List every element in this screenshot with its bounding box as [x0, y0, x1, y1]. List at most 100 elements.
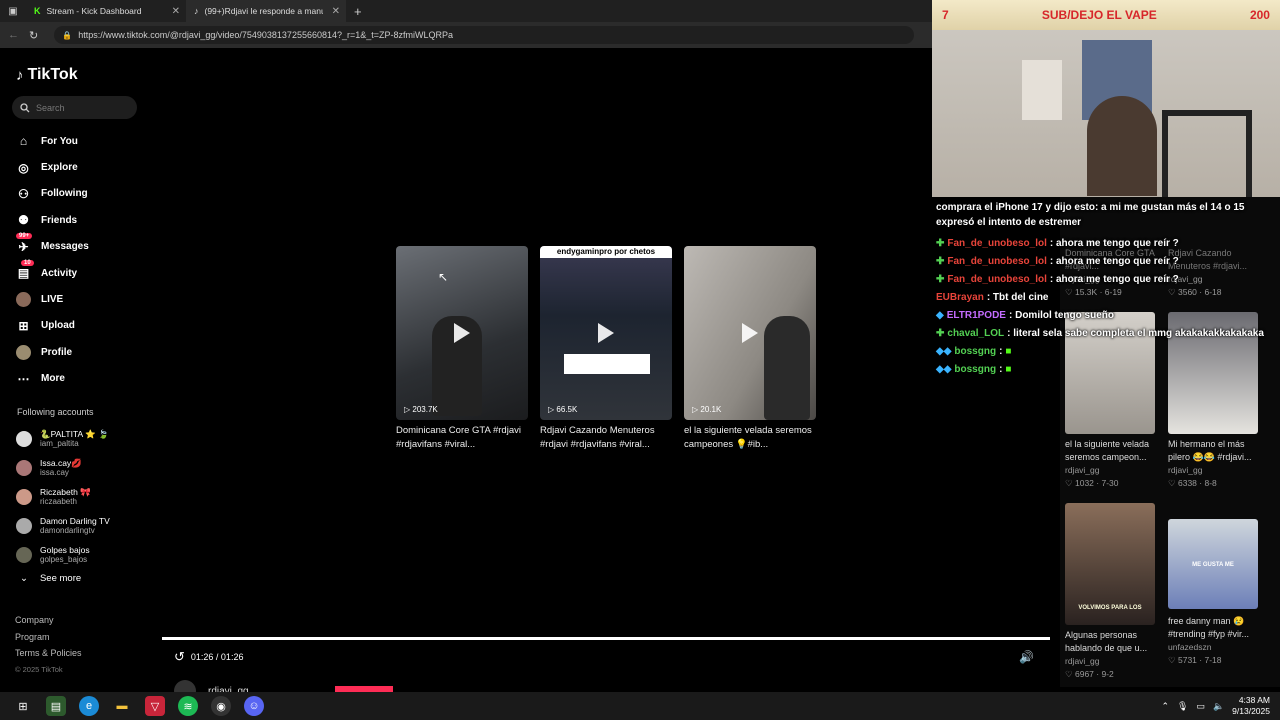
following-accounts-heading: Following accounts: [17, 407, 94, 417]
search-icon: [20, 102, 30, 112]
related-videos-grid: ▷ 203.7K Dominicana Core GTA #rdjavi #rd…: [396, 246, 816, 452]
goal-target: 200: [1249, 8, 1270, 22]
following-account[interactable]: Riczabeth 🎀 riczaabeth: [16, 482, 110, 511]
activity-badge: 10: [21, 259, 34, 266]
profile-icon: [16, 344, 31, 360]
clock[interactable]: 4:38 AM 9/13/2025: [1232, 695, 1270, 717]
view-count: ▷ 20.1K: [692, 405, 722, 414]
chat-username: ELTR1PODE: [946, 309, 1006, 321]
video-title[interactable]: Dominicana Core GTA #rdjavi #rdjavifans …: [396, 424, 528, 452]
streamer-webcam: [1087, 96, 1157, 196]
nav-upload[interactable]: ⊞ Upload: [16, 313, 89, 339]
treadmill: [1162, 110, 1252, 197]
app-red-icon[interactable]: ▽: [145, 696, 165, 716]
chat-message: EUBrayan: Tbt del cine: [936, 291, 1049, 303]
new-tab-icon[interactable]: +: [354, 4, 362, 19]
chevron-up-icon[interactable]: ⌃: [1161, 701, 1169, 712]
chat-message: ◆◆ bossgng: ■: [936, 345, 1012, 357]
tab-tiktok[interactable]: ♪ (99+)Rdjavi le responde a manuel ✕: [186, 0, 346, 22]
footer-company-link[interactable]: Company: [15, 612, 82, 629]
terminal-icon[interactable]: ▤: [46, 696, 66, 716]
time-readout: 01:26 / 01:26: [190, 652, 244, 662]
reload-icon[interactable]: ↻: [29, 29, 38, 42]
stream-chat-overlay: comprara el iPhone 17 y dijo esto: a mi …: [936, 200, 1280, 378]
avatar: [16, 430, 32, 447]
search-input[interactable]: Search: [12, 96, 137, 119]
more-icon: ⋯: [17, 371, 30, 386]
home-icon: ⌂: [19, 134, 28, 149]
badge-icon: ◆◆: [936, 345, 952, 357]
edge-icon[interactable]: e: [79, 696, 99, 716]
avatar: [16, 488, 32, 505]
video-card[interactable]: ▷ 203.7K Dominicana Core GTA #rdjavi #rd…: [396, 246, 528, 452]
chat-message: ◆ ELTR1PODE: Domilol tengo sueño: [936, 309, 1114, 321]
recommended-video[interactable]: VOLVIMOS PARA LOS Algunas personas habla…: [1065, 503, 1159, 681]
friends-icon: ⚉: [18, 213, 29, 228]
tiktok-logo[interactable]: ♪ TikTok: [16, 66, 78, 84]
footer-terms-link[interactable]: Terms & Policies: [15, 645, 82, 662]
discord-icon[interactable]: ☺: [244, 696, 264, 716]
close-tab-icon[interactable]: ✕: [172, 6, 180, 17]
following-icon: ⚇: [18, 186, 29, 201]
video-title[interactable]: el la siguiente velada seremos campeones…: [684, 424, 816, 452]
nav-explore[interactable]: ◎ Explore: [16, 154, 89, 180]
start-icon[interactable]: ⊞: [13, 696, 33, 716]
goal-label: SUB/DEJO EL VAPE: [1041, 8, 1157, 22]
nav-for-you[interactable]: ⌂ For You: [16, 128, 89, 154]
tab-kick-dashboard[interactable]: K Stream - Kick Dashboard ✕: [26, 0, 186, 22]
recommended-video[interactable]: ME GUSTA ME free danny man 😢 #trending #…: [1168, 519, 1262, 667]
speaker-icon[interactable]: 🔈: [1213, 701, 1224, 712]
see-more-button[interactable]: ⌄ See more: [20, 573, 81, 584]
play-icon: [454, 323, 470, 343]
chat-message: ◆◆ bossgng: ■: [936, 363, 1012, 375]
microphone-icon[interactable]: 🎙: [1177, 701, 1188, 712]
thumb-caption: VOLVIMOS PARA LOS: [1078, 605, 1142, 611]
video-thumbnail: ME GUSTA ME: [1168, 519, 1258, 609]
spotify-icon[interactable]: ≋: [178, 696, 198, 716]
network-icon[interactable]: ▭: [1196, 701, 1205, 712]
obs-icon[interactable]: ◉: [211, 696, 231, 716]
sidebar-footer: Company Program Terms & Policies © 2025 …: [15, 612, 82, 678]
video-thumbnail[interactable]: ▷ 203.7K: [396, 246, 528, 420]
badge-icon: ◆: [936, 309, 944, 321]
video-thumbnail: VOLVIMOS PARA LOS: [1065, 503, 1155, 625]
nav-activity[interactable]: ▤ 10 Activity: [16, 259, 89, 286]
messages-icon: ✈ 99+: [16, 233, 33, 254]
close-tab-icon[interactable]: ✕: [332, 6, 340, 17]
video-thumbnail[interactable]: ▷ 20.1K: [684, 246, 816, 420]
video-thumbnail[interactable]: endygaminpro por chetos ▷ 66.5K: [540, 246, 672, 420]
nav-friends[interactable]: ⚉ Friends: [16, 207, 89, 233]
video-progress-bar[interactable]: [162, 637, 1050, 640]
tiktok-sidebar: ♪ TikTok Search ⌂ For You ◎ Explore ⚇ Follo…: [0, 48, 148, 690]
emote-icon: ■: [1005, 363, 1012, 375]
activity-icon: ▤ 10: [16, 259, 34, 281]
following-account[interactable]: 🐍PALTITA ⭐ 🍃 iam_paltita: [16, 424, 110, 453]
play-icon: [742, 323, 758, 343]
footer-program-link[interactable]: Program: [15, 629, 82, 646]
nav-more[interactable]: ⋯ More: [16, 366, 89, 392]
thumb-white-box: [564, 354, 650, 374]
volume-icon[interactable]: 🔊: [1019, 650, 1034, 664]
system-tray: ⌃ 🎙 ▭ 🔈 4:38 AM 9/13/2025: [1161, 695, 1270, 717]
video-title[interactable]: Rdjavi Cazando Menuteros #rdjavi #rdjavi…: [540, 424, 672, 452]
nav-following[interactable]: ⚇ Following: [16, 181, 89, 207]
nav-profile[interactable]: Profile: [16, 339, 89, 365]
window-menu-icon[interactable]: ▣: [0, 6, 26, 17]
nav-messages[interactable]: ✈ 99+ Messages: [16, 233, 89, 260]
thumb-figure: [764, 316, 810, 420]
back-icon[interactable]: ←: [8, 29, 19, 41]
emote-icon: ■: [1005, 345, 1012, 357]
view-count: ▷ 203.7K: [404, 405, 438, 414]
following-account[interactable]: Damon Darling TV damondarlingtv: [16, 511, 110, 540]
badge-icon: ✚: [936, 255, 945, 267]
replay-icon[interactable]: ↺: [174, 649, 185, 665]
following-account[interactable]: Golpes bajos golpes_bajos: [16, 540, 110, 569]
sub-goal-bar: 7 SUB/DEJO EL VAPE 200: [932, 0, 1280, 30]
url-field[interactable]: 🔒 https://www.tiktok.com/@rdjavi_gg/vide…: [54, 26, 915, 44]
following-account[interactable]: Issa.cay💋 issa.cay: [16, 453, 110, 482]
player-controls: ↺ 01:26 / 01:26 🔊: [162, 644, 1050, 670]
video-card[interactable]: endygaminpro por chetos ▷ 66.5K Rdjavi C…: [540, 246, 672, 452]
file-explorer-icon[interactable]: ▬: [112, 696, 132, 716]
nav-live[interactable]: LIVE: [16, 286, 89, 312]
video-card[interactable]: ▷ 20.1K el la siguiente velada seremos c…: [684, 246, 816, 452]
